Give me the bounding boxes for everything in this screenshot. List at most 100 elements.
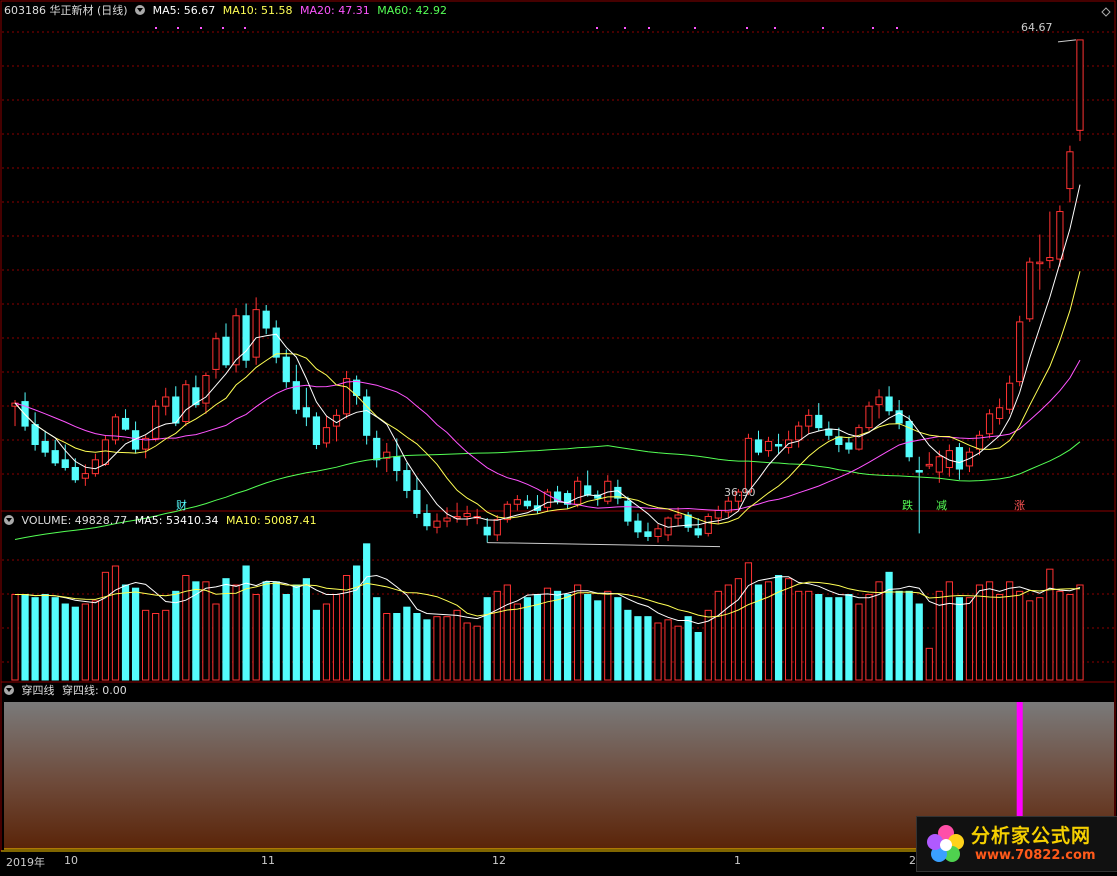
volume-bar xyxy=(624,609,632,681)
volume-bar xyxy=(744,562,753,681)
candle xyxy=(373,437,381,461)
price-header: 603186 华正新材 (日线) MA5: 56.67 MA10: 51.58 … xyxy=(4,4,451,18)
marker-dot xyxy=(596,27,598,29)
candle xyxy=(513,499,521,505)
volume-bar xyxy=(895,590,903,681)
marker-dot xyxy=(896,27,898,29)
volume-bar xyxy=(664,619,672,681)
candle xyxy=(644,531,652,537)
volume-bar xyxy=(232,584,240,681)
volume-bar xyxy=(463,622,471,681)
candle xyxy=(342,378,351,415)
volume-bar xyxy=(212,603,220,681)
candle xyxy=(855,427,863,450)
candle xyxy=(574,480,582,505)
volume-bar xyxy=(262,581,270,681)
volume-layer xyxy=(11,543,1084,681)
candle xyxy=(694,528,702,536)
stock-title: 603186 华正新材 (日线) xyxy=(4,4,128,17)
volume-bar xyxy=(172,590,180,681)
candle xyxy=(604,480,612,502)
volume-bar xyxy=(845,594,853,681)
volume-bar xyxy=(131,587,140,681)
vol-ma5-label: MA5: 53410.34 xyxy=(134,514,219,527)
volume-bar xyxy=(111,565,120,681)
candle xyxy=(81,473,89,479)
candle xyxy=(915,470,923,473)
volume-bar xyxy=(815,594,823,681)
volume-bar xyxy=(322,603,331,681)
volume-bar xyxy=(594,600,602,681)
candle xyxy=(744,437,753,493)
volume-bar xyxy=(533,594,542,681)
candle xyxy=(393,456,401,472)
volume-bar xyxy=(292,584,300,681)
candle xyxy=(282,356,290,383)
event-jian[interactable]: 减 xyxy=(936,497,947,513)
candle xyxy=(101,439,110,465)
candle xyxy=(172,396,180,424)
volume-bar xyxy=(282,594,290,681)
high-pointer xyxy=(1057,39,1077,43)
volume-bar xyxy=(352,565,361,681)
candle xyxy=(1026,261,1034,320)
indicator-options-icon[interactable] xyxy=(4,685,14,695)
volume-bar xyxy=(61,603,69,681)
volume-bar xyxy=(302,578,310,681)
candle xyxy=(584,485,592,496)
x-label-dec: 12 xyxy=(492,854,506,867)
volume-bar xyxy=(363,543,371,681)
volume-bar xyxy=(443,616,451,681)
candle xyxy=(654,528,662,537)
candle xyxy=(764,440,773,452)
volume-bar xyxy=(563,594,572,681)
event-zhang[interactable]: 涨 xyxy=(1014,497,1025,513)
volume-bar xyxy=(825,597,833,681)
volume-bar xyxy=(785,578,793,681)
candle xyxy=(403,470,411,491)
x-label-feb: 2 xyxy=(909,854,916,867)
event-cai[interactable]: 财 xyxy=(176,497,187,513)
volume-bar xyxy=(855,603,863,681)
volume-bar xyxy=(101,571,110,681)
indicator-value: 穿四线: 0.00 xyxy=(62,684,127,697)
volume-bar xyxy=(885,571,893,681)
candle xyxy=(91,459,100,475)
volume-bar xyxy=(965,597,974,681)
candle xyxy=(272,327,280,358)
candle xyxy=(182,384,190,423)
candle xyxy=(162,396,170,407)
volume-bar xyxy=(202,581,210,681)
options-icon[interactable] xyxy=(135,5,146,15)
candle xyxy=(483,526,491,536)
volume-options-icon[interactable] xyxy=(4,515,14,525)
watermark-logo: 分析家公式网 www.70822.com xyxy=(916,816,1117,872)
event-die[interactable]: 跌 xyxy=(902,497,913,513)
candle xyxy=(774,443,783,447)
candle xyxy=(222,336,230,366)
candle xyxy=(634,520,642,533)
volume-bar xyxy=(915,603,923,681)
volume-bar xyxy=(162,609,170,681)
volume-bar xyxy=(805,590,813,681)
candle xyxy=(1076,39,1084,131)
volume-bar xyxy=(995,594,1004,681)
volume-bar xyxy=(473,625,481,681)
volume-bar xyxy=(754,584,763,681)
volume-bar xyxy=(905,590,913,681)
flower-logo-icon xyxy=(927,825,964,862)
candle xyxy=(443,517,451,522)
candle xyxy=(312,416,321,445)
candle xyxy=(71,466,79,481)
candle xyxy=(865,405,873,429)
candle xyxy=(363,396,371,436)
x-label-jan: 1 xyxy=(734,854,741,867)
chart-root: 603186 华正新材 (日线) MA5: 56.67 MA10: 51.58 … xyxy=(0,0,1117,872)
ma-layer xyxy=(14,7,1111,548)
indicator-name: 穿四线 xyxy=(21,684,55,697)
volume-bar xyxy=(71,606,79,681)
volume-bar xyxy=(332,594,341,681)
candle xyxy=(714,509,722,519)
volume-bar xyxy=(654,622,662,681)
volume-bar xyxy=(975,584,984,681)
